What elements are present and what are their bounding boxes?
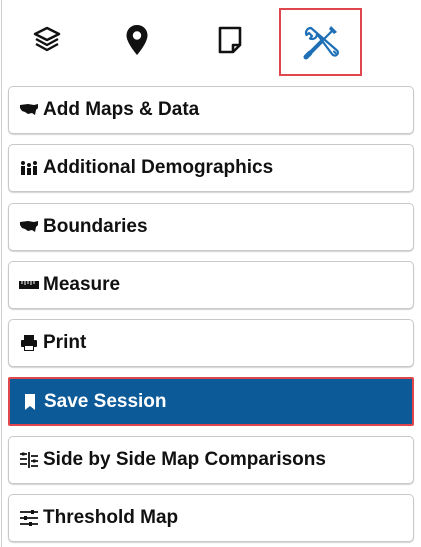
menu-item-side-by-side[interactable]: Side by Side Map Comparisons [8, 436, 414, 484]
menu-item-add-maps-data[interactable]: Add Maps & Data [8, 86, 414, 134]
menu-item-label: Save Session [44, 390, 167, 412]
tab-notes[interactable] [190, 8, 270, 72]
menu-item-measure[interactable]: Measure [8, 261, 414, 309]
menu-item-save-session[interactable]: Save Session [8, 377, 414, 426]
tools-panel: Add Maps & Data Additional Demographics … [0, 0, 421, 547]
menu-item-boundaries[interactable]: Boundaries [8, 203, 414, 251]
ruler-icon [19, 275, 39, 295]
tab-tools[interactable] [279, 8, 362, 76]
menu-item-label: Measure [43, 274, 121, 295]
menu-item-additional-demographics[interactable]: Additional Demographics [8, 144, 414, 192]
menu-item-label: Print [43, 332, 87, 353]
menu-item-label: Boundaries [43, 216, 148, 237]
sliders-icon [19, 508, 39, 528]
menu-item-threshold-map[interactable]: Threshold Map [8, 494, 414, 542]
note-icon [217, 25, 243, 55]
tab-layers[interactable] [7, 8, 87, 72]
layers-icon [32, 26, 62, 54]
menu-item-print[interactable]: Print [8, 319, 414, 367]
usa-map-icon [19, 100, 39, 120]
printer-icon [19, 333, 39, 353]
side-by-side-icon [19, 450, 39, 470]
menu-item-label: Add Maps & Data [43, 99, 200, 120]
tab-bar [0, 0, 421, 80]
tools-icon [299, 20, 343, 64]
people-icon [19, 158, 39, 178]
menu-item-label: Additional Demographics [43, 157, 274, 178]
map-pin-icon [125, 24, 149, 56]
usa-map-icon [19, 217, 39, 237]
panel-left-border [1, 0, 2, 547]
menu-item-label: Side by Side Map Comparisons [43, 449, 326, 470]
bookmark-icon [20, 392, 40, 412]
menu-item-label: Threshold Map [43, 507, 179, 528]
tab-markers[interactable] [97, 8, 177, 72]
